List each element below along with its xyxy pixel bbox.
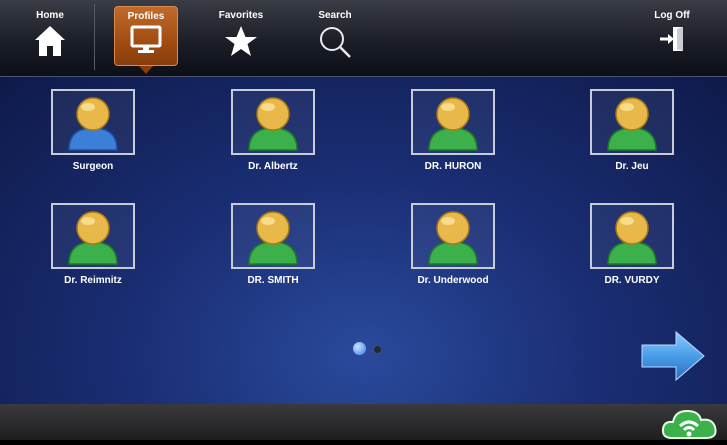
- nav-divider: [94, 4, 95, 70]
- profile-tile[interactable]: Dr. Reimnitz: [33, 203, 153, 286]
- profile-name: Dr. Underwood: [417, 275, 489, 286]
- avatar-frame: [590, 203, 674, 269]
- nav-home[interactable]: Home: [24, 0, 76, 70]
- profile-name: DR. SMITH: [247, 275, 299, 286]
- cloud-wifi-icon[interactable]: [660, 406, 720, 445]
- profile-name: DR. VURDY: [604, 275, 660, 286]
- nav-search-label: Search: [318, 10, 352, 21]
- user-avatar-icon: [68, 211, 118, 265]
- profile-name: Surgeon: [72, 161, 114, 172]
- arrow-right-icon: [641, 330, 705, 382]
- profiles-panel: Surgeon Dr. Albertz DR. HURON Dr. Jeu Dr…: [0, 77, 727, 404]
- profile-name: DR. HURON: [424, 161, 482, 172]
- avatar-frame: [411, 89, 495, 155]
- user-avatar-icon: [428, 211, 478, 265]
- user-avatar-icon: [607, 211, 657, 265]
- page-dot-active[interactable]: [353, 342, 366, 355]
- profile-tile[interactable]: DR. VURDY: [572, 203, 692, 286]
- profile-tile[interactable]: Dr. Albertz: [213, 89, 333, 172]
- top-navigation-bar: Home Profiles Favorites Search Log Off: [0, 0, 727, 77]
- logoff-door-icon: [657, 24, 687, 57]
- avatar-frame: [590, 89, 674, 155]
- user-avatar-icon: [248, 97, 298, 151]
- user-avatar-icon: [607, 97, 657, 151]
- profile-tile[interactable]: DR. SMITH: [213, 203, 333, 286]
- monitor-icon: [129, 25, 163, 58]
- profile-name: Dr. Jeu: [615, 161, 649, 172]
- avatar-frame: [231, 203, 315, 269]
- avatar-frame: [231, 89, 315, 155]
- user-avatar-icon: [68, 97, 118, 151]
- nav-favorites[interactable]: Favorites: [214, 0, 268, 70]
- avatar-frame: [51, 203, 135, 269]
- home-icon: [33, 24, 67, 61]
- user-avatar-icon: [428, 97, 478, 151]
- search-icon: [317, 24, 353, 63]
- profile-name: Dr. Albertz: [248, 161, 298, 172]
- nav-logoff-label: Log Off: [654, 10, 690, 21]
- profile-tile[interactable]: Surgeon: [33, 89, 153, 172]
- profile-tile[interactable]: Dr. Underwood: [393, 203, 513, 286]
- avatar-frame: [411, 203, 495, 269]
- page-dot[interactable]: [373, 345, 382, 354]
- nav-profiles[interactable]: Profiles: [114, 6, 178, 66]
- next-page-button[interactable]: [640, 329, 706, 388]
- nav-home-label: Home: [36, 10, 64, 21]
- nav-search[interactable]: Search: [310, 0, 360, 70]
- nav-favorites-label: Favorites: [218, 10, 264, 21]
- nav-logoff[interactable]: Log Off: [644, 0, 700, 70]
- profile-tile[interactable]: Dr. Jeu: [572, 89, 692, 172]
- profile-tile[interactable]: DR. HURON: [393, 89, 513, 172]
- user-avatar-icon: [248, 211, 298, 265]
- profile-name: Dr. Reimnitz: [64, 275, 122, 286]
- avatar-frame: [51, 89, 135, 155]
- nav-profiles-label: Profiles: [127, 11, 165, 22]
- bottom-status-bar: [0, 404, 727, 440]
- star-icon: [223, 24, 259, 61]
